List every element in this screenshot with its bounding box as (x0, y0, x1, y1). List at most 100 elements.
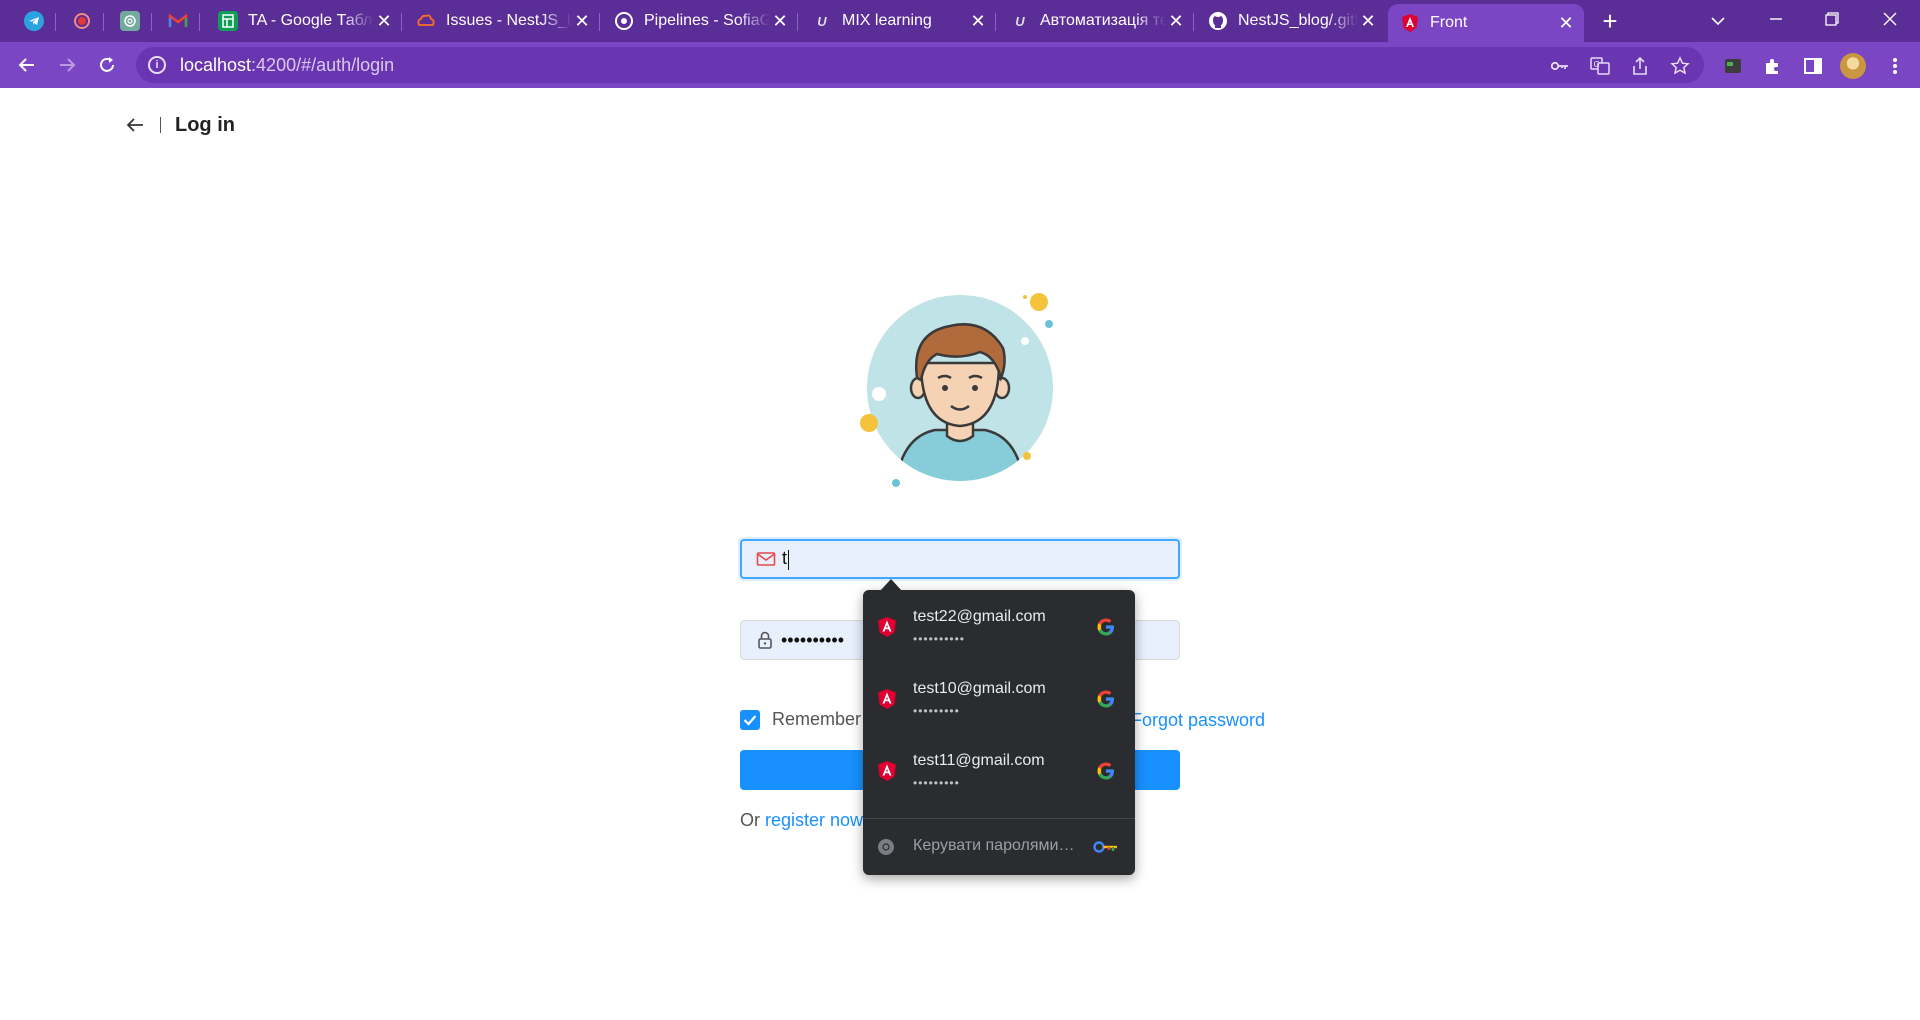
register-line: Or register now! (740, 810, 868, 831)
register-prefix: Or (740, 810, 760, 830)
close-tab-icon[interactable]: ✕ (770, 11, 790, 31)
browser-toolbar: i localhost:4200/#/auth/login G (0, 42, 1920, 88)
suggestion-email: test10@gmail.com (913, 680, 1046, 697)
angular-icon (878, 689, 896, 709)
google-g-icon (1097, 762, 1114, 780)
mix-icon: U (817, 13, 827, 29)
tab-front-active[interactable]: Front ✕ (1388, 4, 1584, 42)
url-text: localhost:4200/#/auth/login (180, 54, 395, 75)
minimize-icon[interactable] (1754, 6, 1798, 34)
side-panel-icon[interactable] (1802, 55, 1824, 77)
angular-icon (878, 761, 896, 781)
tab-github[interactable]: NestJS_blog/.gith ✕ (1196, 4, 1386, 38)
password-key-icon[interactable] (1550, 56, 1570, 76)
telegram-icon (24, 11, 44, 31)
profile-avatar[interactable] (1840, 53, 1866, 79)
close-tab-icon[interactable]: ✕ (374, 11, 394, 31)
tab-title: Pipelines - SofiaG (644, 12, 770, 29)
email-value: t (782, 548, 788, 569)
extensions-puzzle-icon[interactable] (1762, 55, 1784, 77)
tab-pipelines[interactable]: Pipelines - SofiaG ✕ (602, 4, 798, 38)
tab-search-chevron-icon[interactable] (1696, 6, 1740, 34)
tab-google-sheets[interactable]: TA - Google Табл ✕ (206, 4, 402, 38)
suggestion-password-mask: ••••••••• (913, 704, 960, 718)
google-sheets-icon (218, 11, 238, 31)
forgot-password-link[interactable]: Forgot password (1131, 710, 1265, 731)
reload-button[interactable] (92, 50, 122, 80)
register-link[interactable]: register now! (765, 810, 868, 830)
site-info-icon[interactable]: i (148, 56, 166, 74)
tab-mix-learning[interactable]: U MIX learning ✕ (800, 4, 996, 38)
tab-chatgpt[interactable] (108, 4, 152, 38)
new-tab-button[interactable]: + (1596, 8, 1624, 36)
google-g-icon (1097, 618, 1114, 636)
mix-icon: U (1015, 13, 1025, 29)
suggestion-email: test11@gmail.com (913, 752, 1045, 769)
autofill-suggestion[interactable]: test10@gmail.com ••••••••• (863, 662, 1135, 734)
tab-title: NestJS_blog/.gith (1238, 12, 1358, 29)
password-autofill-popup: test22@gmail.com •••••••••• test10@gmail… (863, 590, 1135, 875)
record-icon (72, 11, 92, 31)
google-password-key-icon (1093, 841, 1117, 853)
github-icon (1208, 11, 1228, 31)
page-header: Log in (124, 113, 235, 137)
autofill-suggestion[interactable]: test22@gmail.com •••••••••• (863, 590, 1135, 662)
extension-icon[interactable] (1722, 55, 1744, 77)
restore-icon[interactable] (1810, 6, 1854, 34)
tab-telegram[interactable] (12, 4, 56, 38)
tab-automation[interactable]: U Автоматизація те ✕ (998, 4, 1194, 38)
check-icon (743, 714, 757, 726)
lock-icon (755, 630, 775, 650)
autofill-suggestion[interactable]: test11@gmail.com ••••••••• (863, 734, 1135, 806)
autofill-divider (863, 818, 1135, 819)
tab-title: Front (1430, 14, 1468, 31)
password-value: •••••••••• (781, 629, 845, 650)
tab-title: Автоматизація те (1040, 12, 1166, 29)
back-arrow-icon[interactable] (124, 114, 146, 136)
mail-icon (756, 549, 776, 569)
tab-record[interactable] (60, 4, 104, 38)
angular-icon (878, 617, 896, 637)
tab-title: Issues - NestJS_bl (446, 12, 572, 29)
gitlab-issues-icon (416, 11, 436, 31)
close-tab-icon[interactable]: ✕ (1166, 11, 1186, 31)
close-tab-icon[interactable]: ✕ (1358, 11, 1378, 31)
page-title: Log in (175, 113, 235, 136)
header-divider (160, 117, 161, 133)
pipelines-icon (614, 11, 634, 31)
svg-text:G: G (1594, 60, 1600, 69)
suggestion-password-mask: ••••••••• (913, 776, 960, 790)
reload-icon (100, 57, 114, 72)
forward-arrow-icon (60, 58, 76, 72)
angular-icon (1400, 13, 1420, 33)
text-caret (788, 549, 790, 570)
tab-title: TA - Google Табл (248, 12, 373, 29)
close-tab-icon[interactable]: ✕ (968, 11, 988, 31)
remember-checkbox[interactable] (740, 709, 760, 730)
suggestion-email: test22@gmail.com (913, 608, 1046, 625)
close-tab-icon[interactable]: ✕ (572, 11, 592, 31)
address-bar[interactable]: i localhost:4200/#/auth/login G (136, 47, 1704, 83)
close-window-icon[interactable] (1868, 6, 1912, 34)
manage-passwords-label: Керувати паролями… (913, 837, 1075, 854)
gmail-icon (168, 11, 188, 31)
chatgpt-icon (120, 11, 140, 31)
chrome-icon (878, 839, 894, 855)
back-button[interactable] (12, 50, 42, 80)
bookmark-star-icon[interactable] (1670, 56, 1690, 76)
email-input[interactable]: t (740, 539, 1180, 579)
tab-gmail[interactable] (156, 4, 200, 38)
tab-strip: TA - Google Табл ✕ Issues - NestJS_bl ✕ … (0, 0, 1920, 42)
google-g-icon (1097, 690, 1114, 708)
suggestion-password-mask: •••••••••• (913, 632, 966, 646)
user-avatar-illustration (860, 293, 1053, 487)
translate-icon[interactable]: G (1590, 56, 1610, 76)
share-icon[interactable] (1630, 56, 1650, 76)
forward-button[interactable] (52, 50, 82, 80)
tab-issues[interactable]: Issues - NestJS_bl ✕ (404, 4, 600, 38)
tab-title: MIX learning (842, 12, 932, 29)
back-arrow-icon (18, 58, 34, 72)
menu-kebab-icon[interactable] (1884, 55, 1906, 77)
close-tab-icon[interactable]: ✕ (1556, 13, 1576, 33)
manage-passwords-item[interactable]: Керувати паролями… (863, 820, 1135, 874)
